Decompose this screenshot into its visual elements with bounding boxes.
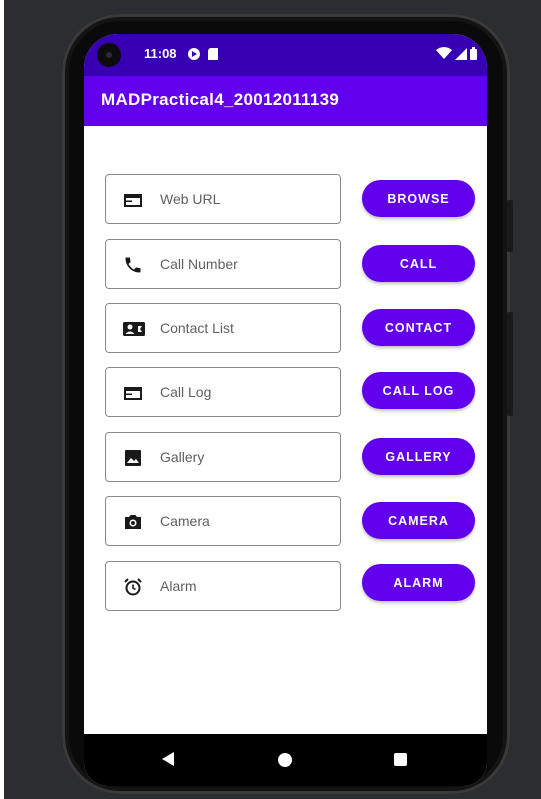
web-url-input[interactable] (160, 189, 330, 209)
call-log-button[interactable]: CALL LOG (362, 372, 475, 409)
contact-button[interactable]: CONTACT (362, 309, 475, 346)
row-gallery: GALLERY (84, 432, 487, 484)
gallery-input[interactable] (160, 447, 330, 467)
power-button[interactable] (507, 200, 513, 252)
web-icon (123, 190, 143, 210)
row-web-url: BROWSE (84, 174, 487, 226)
status-time: 11:08 (144, 46, 177, 61)
call-button[interactable]: CALL (362, 245, 475, 282)
browse-button[interactable]: BROWSE (362, 180, 475, 217)
alarm-button[interactable]: ALARM (362, 564, 475, 601)
call-number-field[interactable] (105, 239, 341, 289)
row-alarm: ALARM (84, 561, 487, 613)
main-content: BROWSE CALL CONTACT (84, 126, 487, 734)
back-triangle-icon[interactable] (162, 752, 174, 771)
app-title: MADPractical4_20012011139 (101, 90, 340, 109)
signal-icon (455, 47, 467, 60)
call-log-field[interactable] (105, 367, 341, 417)
wifi-icon (436, 47, 452, 60)
row-camera: CAMERA (84, 496, 487, 548)
status-bar: 11:08 (84, 34, 487, 76)
gallery-field[interactable] (105, 432, 341, 482)
call-number-input[interactable] (160, 254, 330, 274)
row-call-log: CALL LOG (84, 367, 487, 419)
device-screen: 11:08 MADPractical4_20012011139 Web URL … (84, 34, 487, 786)
camera-field[interactable] (105, 496, 341, 546)
home-circle-icon[interactable] (278, 753, 292, 767)
play-protect-icon (187, 47, 201, 61)
alarm-field[interactable] (105, 561, 341, 611)
contact-card-icon (123, 319, 145, 339)
navigation-bar (84, 734, 487, 786)
recents-square-icon[interactable] (394, 753, 407, 766)
row-contact-list: CONTACT (84, 303, 487, 355)
front-camera-hole (97, 43, 121, 67)
camera-button[interactable]: CAMERA (362, 502, 475, 539)
notification-icons (187, 47, 219, 61)
call-log-icon (123, 383, 143, 403)
battery-icon (470, 47, 477, 60)
alarm-icon (123, 577, 143, 597)
sd-card-icon (207, 47, 219, 61)
alarm-input[interactable] (160, 576, 330, 596)
web-url-field[interactable] (105, 174, 341, 224)
row-call-number: CALL (84, 239, 487, 291)
gallery-button[interactable]: GALLERY (362, 438, 475, 475)
image-icon (123, 448, 143, 468)
system-status-icons (436, 47, 477, 60)
contact-list-input[interactable] (160, 318, 330, 338)
volume-button[interactable] (507, 312, 513, 416)
phone-icon (123, 255, 143, 275)
camera-input[interactable] (160, 511, 330, 531)
camera-icon (123, 512, 143, 532)
app-bar: MADPractical4_20012011139 (84, 76, 487, 126)
call-log-input[interactable] (160, 382, 330, 402)
contact-list-field[interactable] (105, 303, 341, 353)
